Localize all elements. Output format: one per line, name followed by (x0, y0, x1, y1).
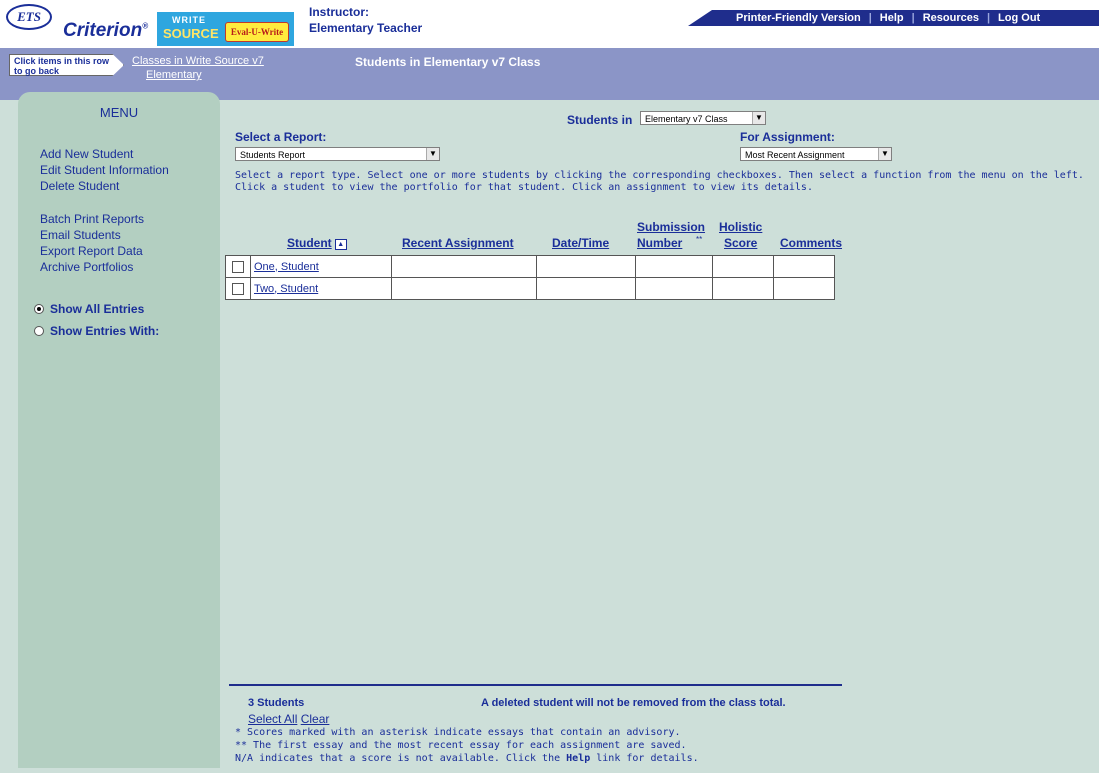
datetime-cell (536, 277, 636, 300)
side-menu: MENU Add New Student Edit Student Inform… (18, 92, 220, 768)
resources-link[interactable]: Resources (923, 12, 979, 24)
comments-cell (773, 255, 835, 278)
write-source-logo: WRITE SOURCE Eval-U-Write (157, 12, 294, 46)
radio-selected-icon (34, 304, 44, 314)
menu-archive-portfolios[interactable]: Archive Portfolios (40, 260, 133, 274)
menu-email-students[interactable]: Email Students (40, 228, 121, 242)
radio-unselected-icon (34, 326, 44, 336)
top-nav: Printer-Friendly Version | Help | Resources |… (736, 12, 1041, 24)
menu-batch-print-reports[interactable]: Batch Print Reports (40, 212, 144, 226)
student-cell: One, Student (250, 255, 392, 278)
chevron-down-icon: ▼ (878, 148, 891, 160)
recent-assignment-cell (391, 277, 537, 300)
ets-logo: ETS (6, 4, 52, 30)
chevron-down-icon: ▼ (752, 112, 765, 124)
show-entries-with-radio[interactable]: Show Entries With: (34, 324, 159, 338)
table-row: One, Student (225, 255, 835, 278)
student-link[interactable]: Two, Student (254, 283, 318, 295)
menu-edit-student-information[interactable]: Edit Student Information (40, 163, 169, 177)
log-out-link[interactable]: Log Out (998, 12, 1040, 24)
menu-delete-student[interactable]: Delete Student (40, 179, 119, 193)
row-checkbox[interactable] (232, 260, 244, 273)
instructor-name: Elementary Teacher (309, 21, 423, 35)
header-recent-assignment[interactable]: Recent Assignment (402, 236, 514, 250)
header: ETS Criterion® WRITE SOURCE Eval-U-Write… (0, 0, 1099, 48)
breadcrumb-classes-link[interactable]: Classes in Write Source v7 (132, 55, 264, 67)
footnote-double-asterisk: ** The first essay and the most recent e… (235, 740, 687, 751)
students-in-label: Students in (567, 113, 633, 127)
assignment-select[interactable]: Most Recent Assignment ▼ (740, 147, 892, 161)
header-submission[interactable]: Submission (637, 220, 705, 234)
select-all-link[interactable]: Select All (248, 712, 297, 726)
select-report-label: Select a Report: (235, 130, 327, 144)
menu-title: MENU (99, 105, 139, 120)
submission-cell (635, 277, 713, 300)
show-all-entries-radio[interactable]: Show All Entries (34, 302, 144, 316)
clear-link[interactable]: Clear (301, 712, 330, 726)
footnote-asterisk: * Scores marked with an asterisk indicat… (235, 727, 681, 738)
instructions-text: Select a report type. Select one or more… (235, 170, 1084, 193)
row-checkbox[interactable] (232, 282, 244, 295)
header-number[interactable]: Number (637, 236, 682, 250)
menu-add-new-student[interactable]: Add New Student (40, 147, 133, 161)
printer-friendly-link[interactable]: Printer-Friendly Version (736, 12, 861, 24)
submission-cell (635, 255, 713, 278)
breadcrumb-hint: Click items in this row to go back (9, 54, 124, 76)
table-row: Two, Student (225, 277, 835, 300)
score-cell (712, 255, 774, 278)
chevron-down-icon: ▼ (426, 148, 439, 160)
class-select[interactable]: Elementary v7 Class ▼ (640, 111, 766, 125)
sort-ascending-icon[interactable]: ▲ (334, 239, 347, 250)
footnote-na: N/A indicates that a score is not availa… (235, 753, 699, 764)
menu-export-report-data[interactable]: Export Report Data (40, 244, 143, 258)
report-select[interactable]: Students Report ▼ (235, 147, 440, 161)
footer-divider (229, 684, 842, 686)
header-holistic[interactable]: Holistic (719, 220, 762, 234)
recent-assignment-cell (391, 255, 537, 278)
datetime-cell (536, 255, 636, 278)
deleted-student-note: A deleted student will not be removed fr… (481, 697, 786, 709)
header-score[interactable]: Score (724, 236, 757, 250)
page-title: Students in Elementary v7 Class (355, 55, 541, 69)
students-table: One, Student Two, Student (225, 255, 835, 300)
header-datetime[interactable]: Date/Time (552, 236, 609, 250)
score-cell (712, 277, 774, 300)
student-link[interactable]: One, Student (254, 261, 319, 273)
student-count: 3 Students (248, 697, 305, 709)
help-bold-text: Help (566, 753, 591, 764)
comments-cell (773, 277, 835, 300)
double-asterisk-mark: ** (696, 235, 703, 244)
student-cell: Two, Student (250, 277, 392, 300)
header-comments[interactable]: Comments (780, 236, 842, 250)
instructor-label: Instructor: (309, 5, 369, 19)
eval-u-write-logo: Eval-U-Write (225, 22, 289, 42)
instructor-info: Instructor: Elementary Teacher (309, 4, 422, 36)
header-student[interactable]: Student ▲ (287, 236, 347, 250)
checkbox-cell (225, 277, 251, 300)
for-assignment-label: For Assignment: (740, 130, 835, 144)
criterion-logo: Criterion® (63, 20, 149, 41)
breadcrumb-elementary-link[interactable]: Elementary (146, 69, 202, 81)
help-link[interactable]: Help (880, 12, 904, 24)
selection-links: Select All Clear (248, 712, 329, 726)
checkbox-cell (225, 255, 251, 278)
